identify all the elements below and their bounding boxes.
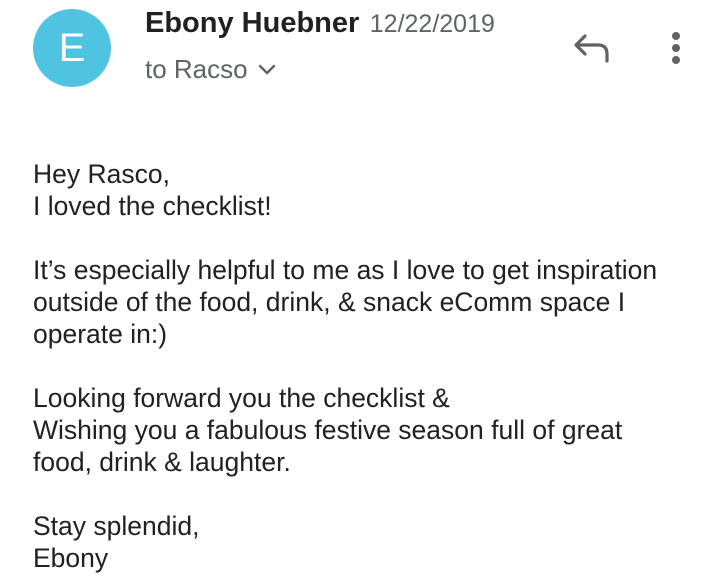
sender-line: Ebony Huebner 12/22/2019 [145,7,495,40]
message-line: outside of the food, drink, & snack eCom… [33,287,626,317]
message-signoff: Stay splendid, [33,511,200,541]
sent-date: 12/22/2019 [369,10,495,38]
recipient-label: to Racso [145,54,248,84]
message-body: Hey Rasco, I loved the checklist! It’s e… [33,158,703,574]
recipient-details-toggle[interactable]: to Racso [145,54,276,85]
message-line: Wishing you a fabulous festive season fu… [33,415,623,445]
message-line: food, drink & laughter. [33,447,291,477]
message-line: It’s especially helpful to me as I love … [33,255,658,285]
reply-button[interactable] [568,28,616,68]
message-line: operate in:) [33,319,168,349]
avatar[interactable]: E [33,9,111,87]
message-signature: Ebony [33,543,109,573]
chevron-down-icon [258,64,275,74]
more-options-button[interactable] [660,27,692,69]
reply-icon [574,34,609,63]
message-greeting: Hey Rasco, [33,159,170,189]
message-line: Looking forward you the checklist & [33,383,450,413]
sender-name: Ebony Huebner [145,7,360,39]
avatar-initial: E [58,25,86,70]
message-line: I loved the checklist! [33,191,272,221]
more-vert-icon [672,32,680,64]
